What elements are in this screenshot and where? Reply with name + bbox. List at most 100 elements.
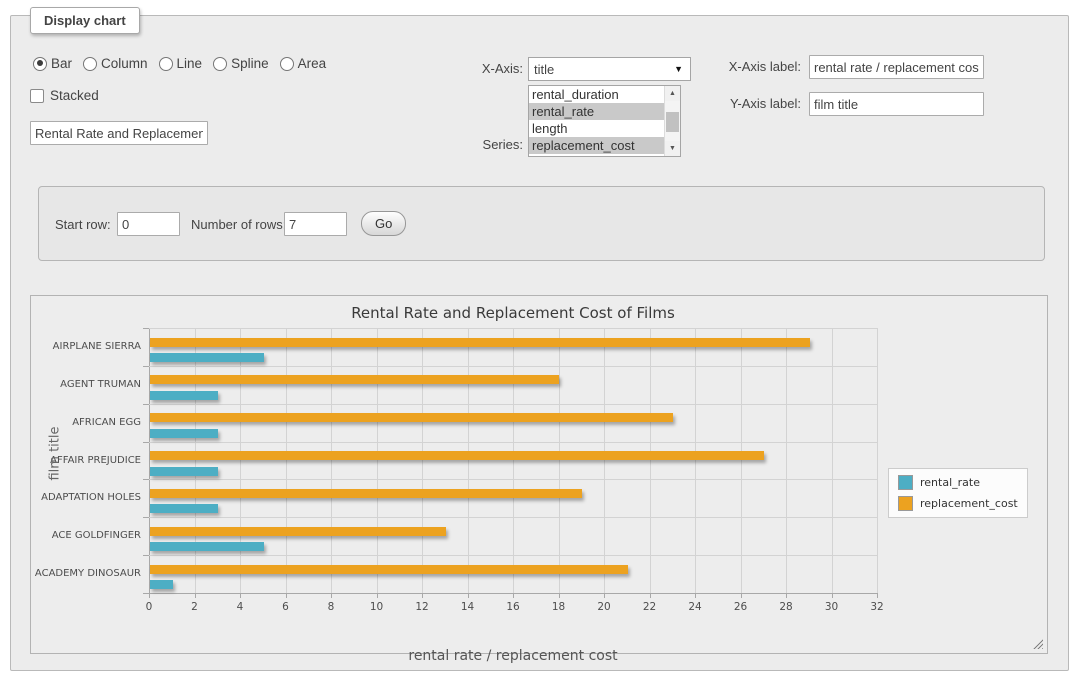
x-axis-label-field-label: X-Axis label: — [698, 59, 801, 74]
series-option-rental_rate[interactable]: rental_rate — [529, 103, 664, 120]
x-tick — [513, 594, 514, 598]
gridline-v — [286, 328, 287, 593]
x-tick-label: 32 — [859, 601, 895, 613]
x-axis-select[interactable]: title ▼ — [528, 57, 691, 81]
gridline-v — [786, 328, 787, 593]
bar-replacement_cost-affair-prejudice — [150, 451, 764, 460]
gridline-h — [149, 328, 877, 329]
chart-legend: rental_rate replacement_cost — [888, 468, 1028, 518]
x-tick-label: 6 — [268, 601, 304, 613]
x-tick — [832, 594, 833, 598]
series-option-rental_duration[interactable]: rental_duration — [529, 86, 664, 103]
stacked-checkbox[interactable] — [30, 89, 44, 103]
row-range-panel — [38, 186, 1045, 261]
x-tick-label: 4 — [222, 601, 258, 613]
category-label: ACE GOLDFINGER — [31, 530, 141, 541]
bar-replacement_cost-ace-goldfinger — [150, 527, 446, 536]
category-label: ACADEMY DINOSAUR — [31, 568, 141, 579]
bar-rental_rate-agent-truman — [150, 391, 218, 400]
chart-plot-area: 02468101214161820222426283032AIRPLANE SI… — [149, 328, 877, 593]
gridline-v — [650, 328, 651, 593]
chart-type-option-area: Area — [280, 56, 327, 71]
series-scrollbar[interactable]: ▲ ▼ — [664, 86, 680, 156]
legend-item-rental_rate[interactable]: rental_rate — [898, 475, 1018, 490]
bar-rental_rate-african-egg — [150, 429, 218, 438]
series-list-label: Series: — [420, 137, 523, 152]
legend-label-replacement_cost: replacement_cost — [920, 497, 1018, 510]
x-axis-title: rental rate / replacement cost — [149, 648, 877, 664]
radio-bar[interactable] — [33, 57, 47, 71]
resize-grip-icon[interactable] — [1032, 638, 1043, 649]
gridline-v — [513, 328, 514, 593]
radio-label-spline: Spline — [231, 56, 269, 71]
radio-area[interactable] — [280, 57, 294, 71]
x-tick — [240, 594, 241, 598]
y-axis-label-input[interactable] — [809, 92, 984, 116]
chart-type-option-spline: Spline — [213, 56, 269, 71]
legend-item-replacement_cost[interactable]: replacement_cost — [898, 496, 1018, 511]
bar-rental_rate-adaptation-holes — [150, 504, 218, 513]
start-row-input[interactable] — [117, 212, 180, 236]
gridline-v — [195, 328, 196, 593]
chart-type-options: BarColumnLineSplineArea — [33, 56, 326, 71]
gridline-h — [149, 404, 877, 405]
gridline-v — [468, 328, 469, 593]
y-tick — [143, 555, 149, 556]
x-axis-select-label: X-Axis: — [420, 61, 523, 76]
y-axis-title: film title — [48, 394, 63, 514]
x-tick — [650, 594, 651, 598]
panel-title: Display chart — [30, 7, 140, 34]
scroll-up-icon[interactable]: ▲ — [665, 86, 680, 101]
x-tick — [377, 594, 378, 598]
bar-rental_rate-airplane-sierra — [150, 353, 264, 362]
scroll-down-icon[interactable]: ▼ — [665, 141, 680, 156]
x-tick — [604, 594, 605, 598]
legend-swatch-rental_rate — [898, 475, 913, 490]
scrollbar-thumb[interactable] — [666, 112, 679, 132]
x-tick-label: 26 — [723, 601, 759, 613]
go-button[interactable]: Go — [361, 211, 406, 236]
radio-column[interactable] — [83, 57, 97, 71]
stacked-option: Stacked — [30, 88, 99, 103]
series-listbox[interactable]: rental_durationrental_ratelengthreplacem… — [528, 85, 681, 157]
radio-label-line: Line — [177, 56, 203, 71]
x-axis-label-input[interactable] — [809, 55, 984, 79]
gridline-v — [877, 328, 878, 593]
gridline-h — [149, 517, 877, 518]
category-label: AIRPLANE SIERRA — [31, 341, 141, 352]
bar-replacement_cost-academy-dinosaur — [150, 565, 628, 574]
series-option-length[interactable]: length — [529, 120, 664, 137]
chart-title: Rental Rate and Replacement Cost of Film… — [149, 304, 877, 322]
x-tick-label: 8 — [313, 601, 349, 613]
x-tick-label: 30 — [814, 601, 850, 613]
x-axis-selected-value: title — [534, 62, 554, 77]
number-of-rows-input[interactable] — [284, 212, 347, 236]
start-row-label: Start row: — [55, 217, 111, 232]
x-tick — [741, 594, 742, 598]
series-options: rental_durationrental_ratelengthreplacem… — [529, 86, 664, 156]
gridline-v — [695, 328, 696, 593]
radio-line[interactable] — [159, 57, 173, 71]
bar-rental_rate-affair-prejudice — [150, 467, 218, 476]
series-option-replacement_cost[interactable]: replacement_cost — [529, 137, 664, 154]
y-tick — [143, 479, 149, 480]
chart-type-option-line: Line — [159, 56, 203, 71]
x-tick — [331, 594, 332, 598]
x-tick — [149, 594, 150, 598]
radio-spline[interactable] — [213, 57, 227, 71]
number-of-rows-label: Number of rows: — [191, 217, 286, 232]
radio-label-area: Area — [298, 56, 327, 71]
y-tick — [143, 366, 149, 367]
x-tick — [422, 594, 423, 598]
gridline-v — [832, 328, 833, 593]
stacked-label: Stacked — [50, 88, 99, 103]
y-axis-line — [149, 328, 150, 594]
bar-replacement_cost-agent-truman — [150, 375, 559, 384]
legend-label-rental_rate: rental_rate — [920, 476, 980, 489]
legend-swatch-replacement_cost — [898, 496, 913, 511]
y-tick — [143, 442, 149, 443]
radio-label-bar: Bar — [51, 56, 72, 71]
chart-title-input[interactable] — [30, 121, 208, 145]
bar-replacement_cost-adaptation-holes — [150, 489, 582, 498]
gridline-h — [149, 479, 877, 480]
